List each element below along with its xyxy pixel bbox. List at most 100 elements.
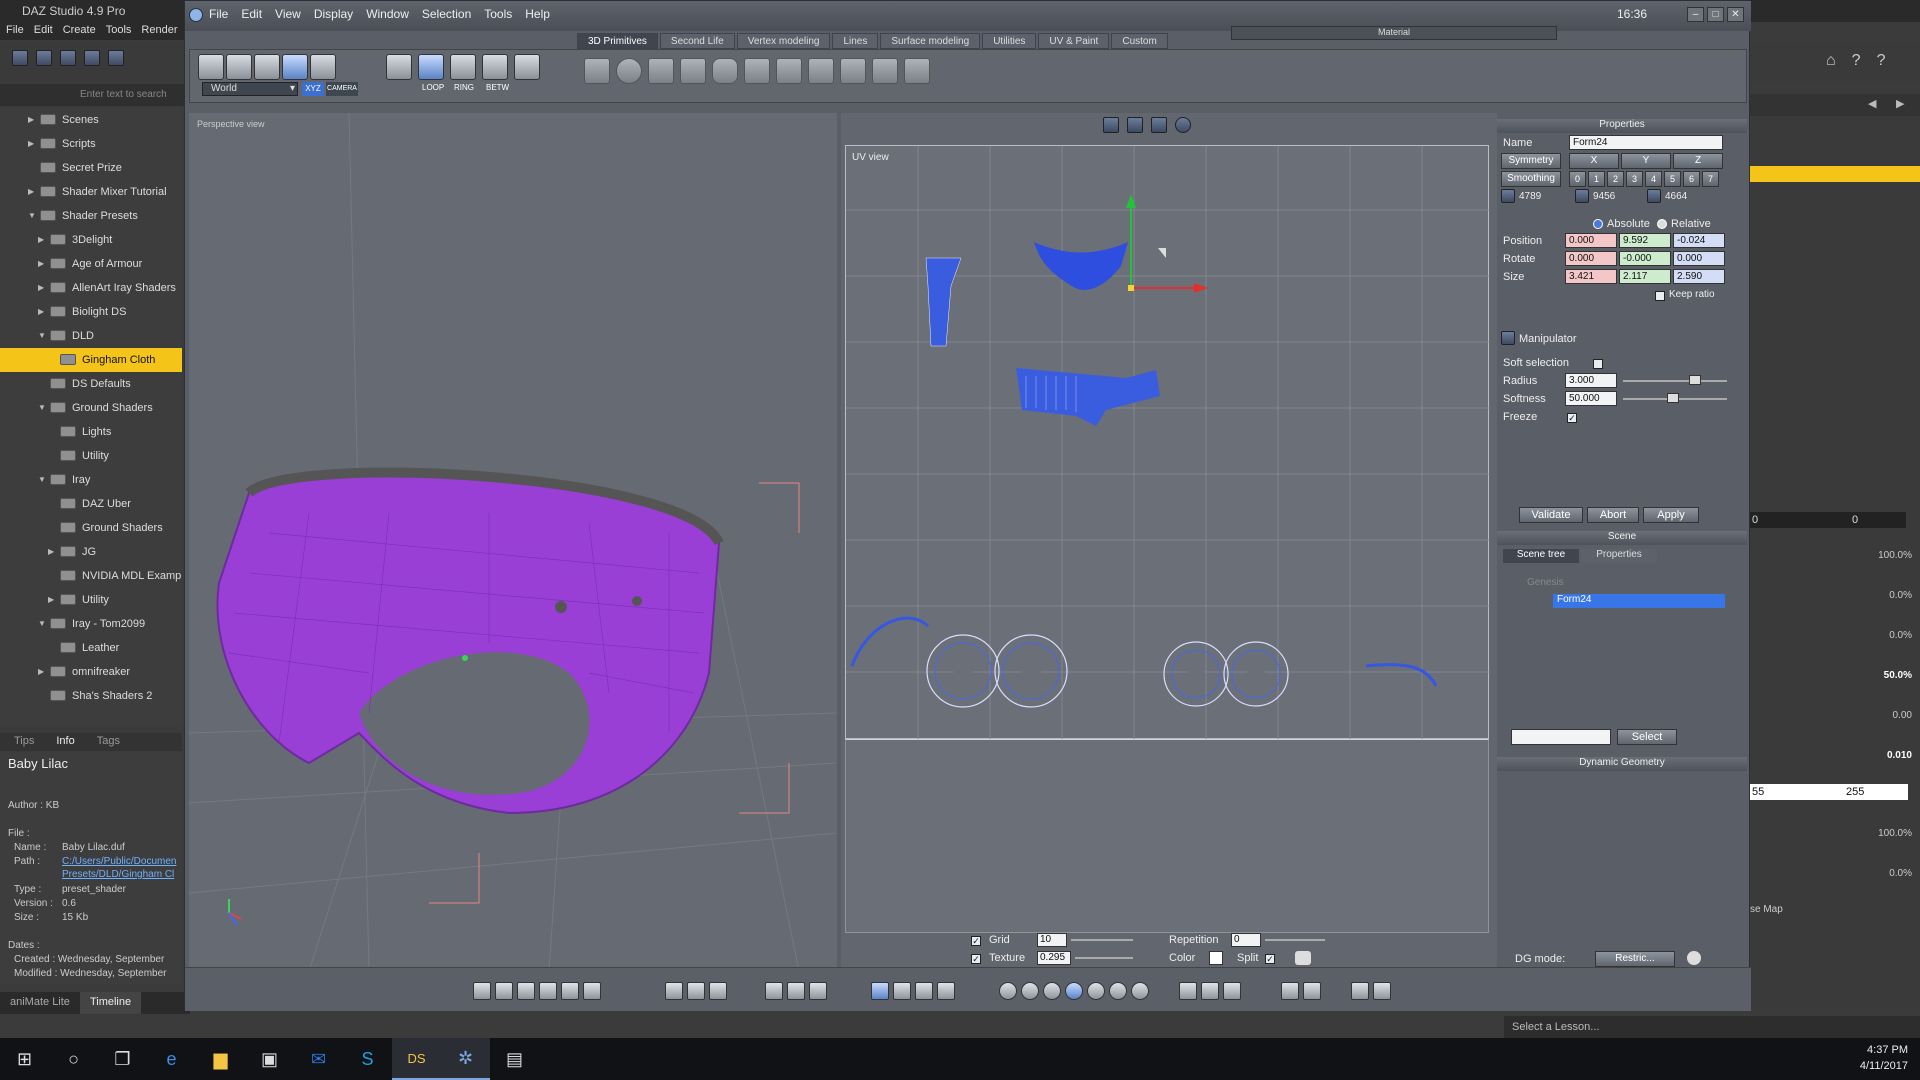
plane-primitive-icon[interactable] <box>648 58 674 84</box>
radius-slider[interactable] <box>1623 380 1727 382</box>
file-explorer-icon[interactable]: ▆ <box>196 1038 245 1080</box>
tab-timeline[interactable]: Timeline <box>79 992 142 1014</box>
edge-browser-icon[interactable]: e <box>147 1038 196 1080</box>
daz-menu-tools[interactable]: Tools <box>106 24 132 38</box>
collapsed-arrow-icon[interactable]: ▶ <box>28 108 34 132</box>
uv-unfold-icon[interactable] <box>1103 117 1119 133</box>
maximize-button[interactable]: □ <box>1707 7 1724 22</box>
flat-sphere-icon[interactable] <box>1021 982 1039 1000</box>
select-auto-icon[interactable] <box>514 54 540 80</box>
zoom-icon[interactable] <box>787 982 805 1000</box>
ring-select-button[interactable]: RING <box>454 83 474 92</box>
scene-item-form24[interactable]: Form24 <box>1553 594 1725 608</box>
texture-slider[interactable] <box>1075 957 1133 959</box>
tree-item[interactable]: DS Defaults <box>0 372 182 396</box>
tab-animate-lite[interactable]: aniMate Lite <box>0 992 80 1014</box>
soft-selection-checkbox[interactable] <box>1593 359 1603 369</box>
grid-value-input[interactable]: 10 <box>1037 933 1067 947</box>
uv-pin-icon[interactable] <box>1127 117 1143 133</box>
forward-arrow-icon[interactable]: ▶ <box>1896 97 1904 110</box>
back-arrow-icon[interactable]: ◀ <box>1868 97 1876 110</box>
color-swatch[interactable] <box>1209 951 1223 965</box>
scene-item-genesis[interactable]: Genesis <box>1527 577 1564 588</box>
camera-icon[interactable] <box>1295 951 1311 965</box>
skype-icon[interactable]: S <box>343 1038 392 1080</box>
expanded-arrow-icon[interactable]: ▼ <box>38 612 46 636</box>
symmetry-button[interactable]: Symmetry <box>1501 153 1561 169</box>
tree-item[interactable]: ▶ Age of Armour <box>0 252 182 276</box>
tree-item[interactable]: Sha's Shaders 2 <box>0 684 182 708</box>
zoom-fit-icon[interactable] <box>765 982 783 1000</box>
close-button[interactable]: ✕ <box>1727 7 1744 22</box>
rotate-icon[interactable] <box>254 54 280 80</box>
perspective-viewport[interactable]: Perspective view <box>189 113 837 971</box>
dg-mode-select[interactable]: Restric... <box>1595 951 1675 967</box>
position-y-input[interactable]: 9.592 <box>1619 233 1671 248</box>
size-y-input[interactable]: 2.117 <box>1619 269 1671 284</box>
tab-scene-properties[interactable]: Properties <box>1581 549 1657 563</box>
radius-slider-handle[interactable] <box>1689 375 1701 385</box>
minimize-button[interactable]: – <box>1687 7 1704 22</box>
info-path-link[interactable]: C:/Users/Public/Documen <box>62 856 176 867</box>
tree-item[interactable]: ▶ Scenes <box>0 108 182 132</box>
select-tool-icon[interactable] <box>871 982 889 1000</box>
symmetry-icon[interactable] <box>1223 982 1241 1000</box>
size-x-input[interactable]: 3.421 <box>1565 269 1617 284</box>
tree-item[interactable]: ▶ Biolight DS <box>0 300 182 324</box>
collapsed-arrow-icon[interactable]: ▶ <box>38 276 44 300</box>
smoothing-level-3[interactable]: 3 <box>1626 171 1643 187</box>
home-icon[interactable]: ⌂ <box>1826 52 1836 82</box>
collapsed-arrow-icon[interactable]: ▶ <box>38 300 44 324</box>
box-primitive-icon[interactable] <box>680 58 706 84</box>
wireframe-sphere-icon[interactable] <box>999 982 1017 1000</box>
save-icon[interactable] <box>84 50 100 66</box>
uv-cut-icon[interactable] <box>1151 117 1167 133</box>
texture-checkbox[interactable]: ✓ <box>971 954 981 965</box>
task-view-icon[interactable]: ❐ <box>98 1038 147 1080</box>
collapsed-arrow-icon[interactable]: ▶ <box>48 540 54 564</box>
scale-tool-icon[interactable] <box>937 982 955 1000</box>
rotate-y-input[interactable]: -0.000 <box>1619 251 1671 266</box>
tree-item[interactable]: ▶ Scripts <box>0 132 182 156</box>
daz-studio-taskbar-icon[interactable]: DS <box>392 1038 441 1080</box>
search-icon[interactable]: ○ <box>49 1038 98 1080</box>
sphere-primitive-icon[interactable] <box>616 58 642 84</box>
radius-input[interactable]: 3.000 <box>1565 373 1617 388</box>
freeze-checkbox[interactable]: ✓ <box>1567 413 1577 423</box>
lesson-selector[interactable]: Select a Lesson... <box>1504 1016 1920 1038</box>
universal-manipulator-icon[interactable] <box>310 54 336 80</box>
tab-second-life[interactable]: Second Life <box>659 33 735 49</box>
object-name-input[interactable]: Form24 <box>1569 135 1723 150</box>
tab-3d-primitives[interactable]: 3D Primitives <box>577 33 658 49</box>
split-checkbox[interactable]: ✓ <box>1265 954 1275 965</box>
info-path-link-2[interactable]: Presets/DLD/Gingham Cl <box>62 869 174 880</box>
book-icon[interactable] <box>1303 982 1321 1000</box>
camera-view-icon[interactable] <box>1281 982 1299 1000</box>
smoothing-button[interactable]: Smoothing <box>1501 171 1561 187</box>
start-icon[interactable]: ⊞ <box>0 1038 49 1080</box>
tree-item[interactable]: Ground Shaders <box>0 516 182 540</box>
menu-file[interactable]: File <box>209 7 228 21</box>
smoothing-level-5[interactable]: 5 <box>1664 171 1681 187</box>
move-icon[interactable] <box>226 54 252 80</box>
tab-tips[interactable]: Tips <box>14 735 34 749</box>
collapsed-arrow-icon[interactable]: ▶ <box>38 252 44 276</box>
scale-icon[interactable] <box>282 54 308 80</box>
collapsed-arrow-icon[interactable]: ▶ <box>38 228 44 252</box>
expanded-arrow-icon[interactable]: ▼ <box>38 468 46 492</box>
menu-view[interactable]: View <box>275 7 301 21</box>
expanded-arrow-icon[interactable]: ▼ <box>38 396 46 420</box>
daz-menu-file[interactable]: File <box>6 24 24 38</box>
octahedron-primitive-icon[interactable] <box>840 58 866 84</box>
absolute-radio[interactable] <box>1593 219 1603 229</box>
tab-lines[interactable]: Lines <box>832 33 879 49</box>
tab-utilities[interactable]: Utilities <box>982 33 1037 49</box>
lit-sphere-icon[interactable] <box>1109 982 1127 1000</box>
tree-item[interactable]: DAZ Uber <box>0 492 182 516</box>
color-value-field[interactable]: 55 255 <box>1748 784 1908 800</box>
layout-uv-icon[interactable] <box>583 982 601 1000</box>
render-icon[interactable] <box>1351 982 1369 1000</box>
relative-radio[interactable] <box>1657 219 1667 229</box>
symmetry-z-button[interactable]: Z <box>1673 153 1723 169</box>
value-field[interactable]: 00 <box>1748 512 1906 528</box>
